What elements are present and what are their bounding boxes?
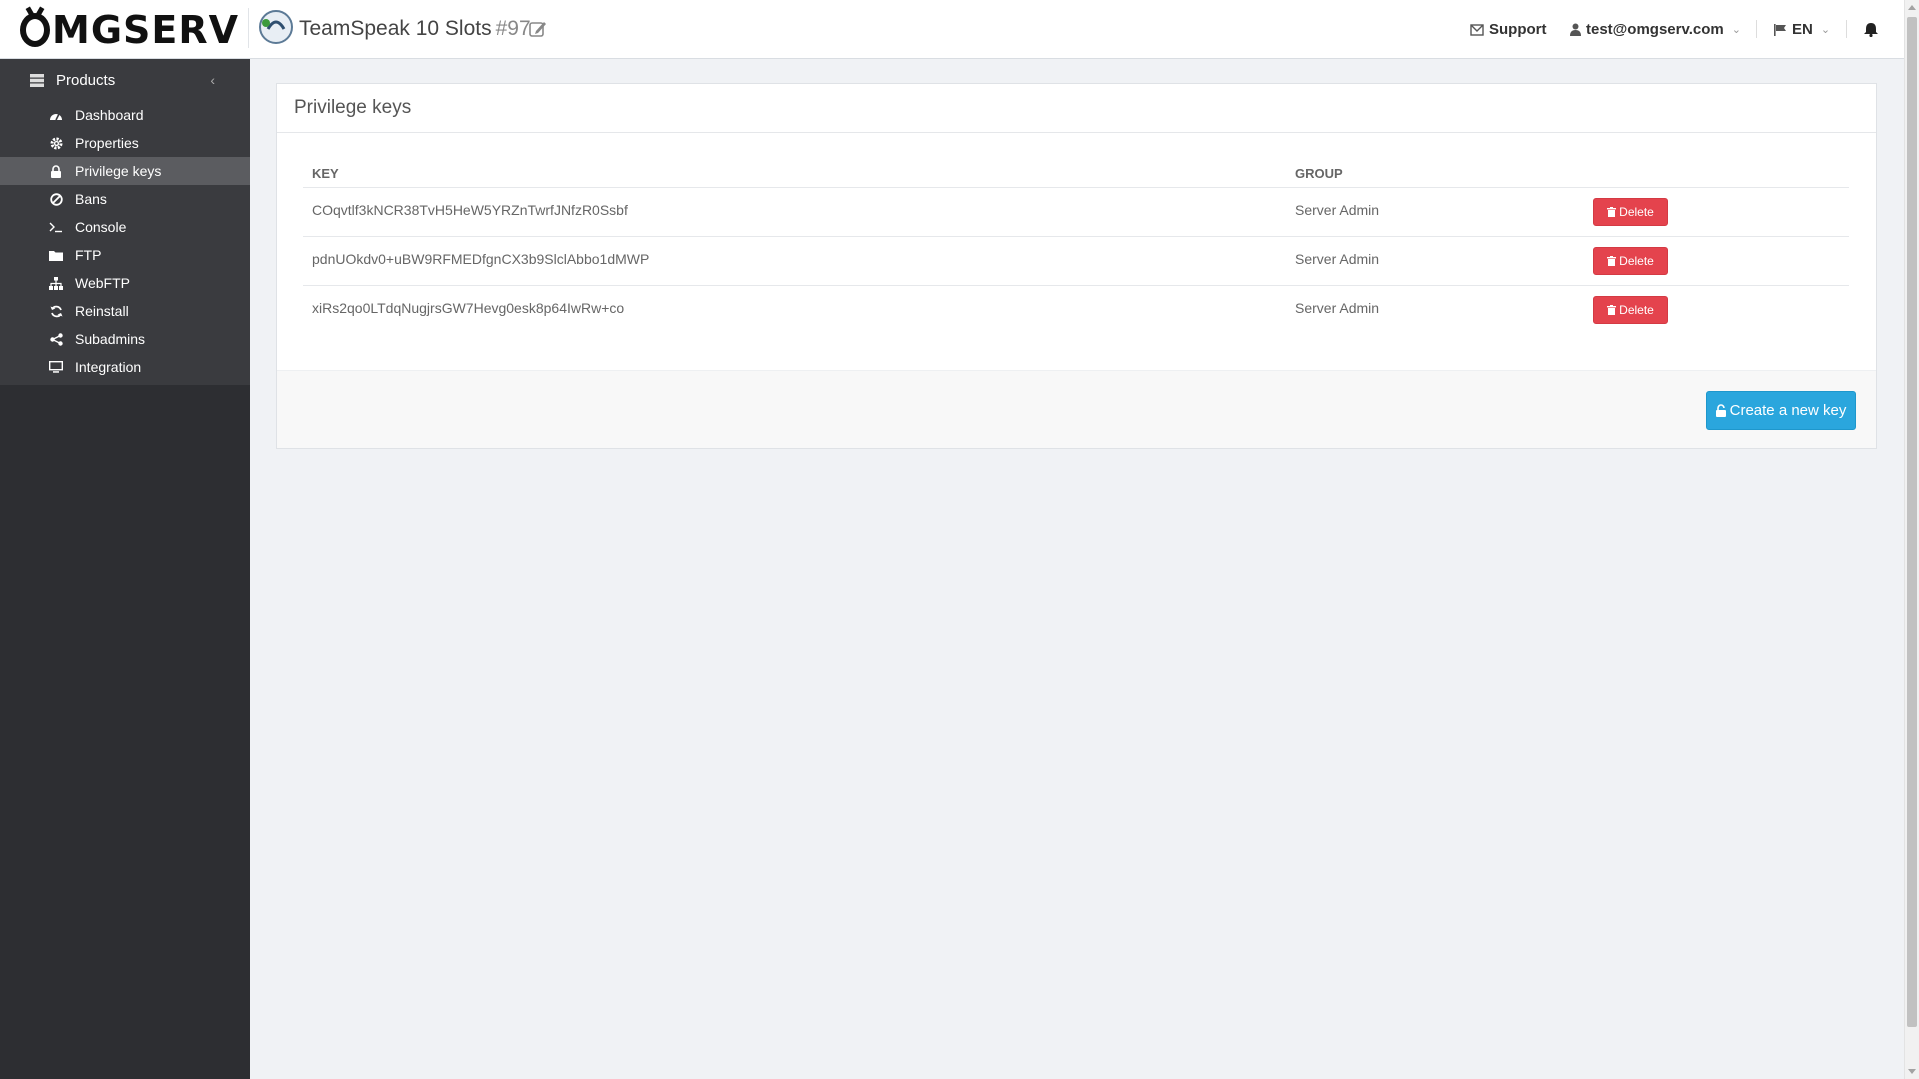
product-name: TeamSpeak 10 Slots (299, 17, 492, 40)
sidebar-item-label: Subadmins (75, 331, 146, 347)
notifications-button[interactable] (1864, 0, 1883, 59)
sidebar-item-label: Reinstall (75, 303, 129, 319)
sidebar-item-subadmins[interactable]: Subadmins (0, 325, 250, 353)
nav-separator (1846, 20, 1847, 38)
table-row: pdnUOkdv0+uBW9RFMEDfgnCX3b9SlclAbbo1dMWP… (303, 237, 1849, 286)
logo-text: MGSERV (52, 8, 240, 52)
privilege-keys-panel: Privilege keys KEY GROUP COqvtlf3kNCR38T… (276, 83, 1877, 449)
sidebar-item-ftp[interactable]: FTP (0, 241, 250, 269)
sitemap-icon (49, 276, 63, 290)
create-key-label: Create a new key (1729, 402, 1847, 419)
sidebar-item-console[interactable]: Console (0, 213, 250, 241)
sidebar-item-label: Bans (75, 191, 107, 207)
sidebar-item-label: Privilege keys (75, 163, 162, 179)
user-icon (1570, 23, 1581, 36)
column-header-group: GROUP (1295, 166, 1343, 181)
teamspeak-icon (259, 10, 293, 44)
flag-icon (1774, 23, 1786, 36)
sidebar-item-label: Integration (75, 359, 142, 375)
sidebar-item-bans[interactable]: Bans (0, 185, 250, 213)
gear-icon (49, 136, 63, 150)
table-row: xiRs2qo0LTdqNugjrsGW7Hevg0esk8p64IwRw+co… (303, 286, 1849, 335)
privilege-keys-table: KEY GROUP COqvtlf3kNCR38TvH5HeW5YRZnTwrf… (303, 156, 1849, 335)
language-label: EN (1792, 21, 1813, 38)
sidebar-item-dashboard[interactable]: Dashboard (0, 101, 250, 129)
key-cell: xiRs2qo0LTdqNugjrsGW7Hevg0esk8p64IwRw+co (312, 300, 625, 316)
product-number: #97 (495, 17, 531, 40)
sidebar-item-label: WebFTP (75, 275, 130, 291)
bell-icon (1864, 23, 1878, 37)
sidebar-item-label: Console (75, 219, 127, 235)
support-label: Support (1489, 21, 1547, 38)
sidebar-item-label: Properties (75, 135, 139, 151)
user-menu[interactable]: test@omgserv.com ⌄ (1570, 0, 1741, 59)
sidebar-item-properties[interactable]: Properties (0, 129, 250, 157)
delete-label: Delete (1619, 254, 1654, 268)
sidebar-item-privilege-keys[interactable]: Privilege keys (0, 157, 250, 185)
column-header-key: KEY (312, 166, 339, 181)
folder-icon (49, 248, 63, 262)
sidebar-menu: Dashboard Properties Privilege keys Bans… (0, 101, 250, 385)
table-row: COqvtlf3kNCR38TvH5HeW5YRZnTwrfJNfzR0Ssbf… (303, 188, 1849, 237)
omgserv-logo[interactable]: MGSERV (20, 8, 240, 52)
product-title: TeamSpeak 10 Slots #97 (299, 17, 531, 41)
key-cell: COqvtlf3kNCR38TvH5HeW5YRZnTwrfJNfzR0Ssbf (312, 202, 628, 218)
key-cell: pdnUOkdv0+uBW9RFMEDfgnCX3b9SlclAbbo1dMWP (312, 251, 650, 267)
server-icon (30, 73, 44, 87)
scrollbar-thumb[interactable] (1907, 17, 1917, 1027)
envelope-icon (1470, 23, 1484, 36)
sidebar-item-reinstall[interactable]: Reinstall (0, 297, 250, 325)
user-email: test@omgserv.com (1586, 21, 1724, 38)
delete-button[interactable]: Delete (1593, 198, 1668, 226)
chevron-down-icon: ⌄ (1731, 24, 1741, 36)
trash-icon (1607, 305, 1617, 315)
group-cell: Server Admin (1295, 251, 1380, 267)
sidebar-item-label: Dashboard (75, 107, 144, 123)
group-cell: Server Admin (1295, 202, 1380, 218)
create-key-button[interactable]: Create a new key (1706, 391, 1856, 430)
delete-label: Delete (1619, 205, 1654, 219)
panel-footer: Create a new key (277, 370, 1876, 448)
delete-label: Delete (1619, 303, 1654, 317)
sidebar-item-label: FTP (75, 247, 102, 263)
share-icon (49, 332, 63, 346)
collapse-chevron-icon[interactable]: ‹ (210, 72, 215, 88)
table-header: KEY GROUP (303, 156, 1849, 188)
unlock-icon (1715, 404, 1726, 417)
dashboard-icon (49, 108, 63, 122)
ban-icon (49, 192, 63, 206)
monitor-icon (49, 360, 63, 374)
chevron-down-icon: ⌄ (1820, 24, 1831, 36)
sidebar-item-webftp[interactable]: WebFTP (0, 269, 250, 297)
trash-icon (1607, 207, 1617, 217)
nav-separator (1756, 20, 1757, 38)
support-link[interactable]: Support (1470, 0, 1547, 59)
sidebar-products-header[interactable]: Products ‹ (0, 59, 250, 101)
header-divider (248, 8, 249, 48)
trash-icon (1607, 256, 1617, 266)
terminal-icon (49, 220, 63, 234)
sidebar-item-integration[interactable]: Integration (0, 353, 250, 381)
lock-icon (49, 164, 63, 178)
scroll-down-arrow-icon[interactable] (1908, 1069, 1916, 1074)
edit-icon[interactable] (528, 19, 548, 39)
top-bar: MGSERV TeamSpeak 10 Slots #97 Support tes… (0, 0, 1904, 59)
panel-title: Privilege keys (277, 84, 1876, 133)
refresh-icon (49, 304, 63, 318)
sidebar: Products ‹ Dashboard Properties Privileg… (0, 59, 250, 1079)
scroll-up-arrow-icon[interactable] (1908, 5, 1916, 10)
vertical-scrollbar[interactable] (1904, 0, 1919, 1079)
delete-button[interactable]: Delete (1593, 247, 1668, 275)
logo-o-mark (20, 13, 50, 47)
group-cell: Server Admin (1295, 300, 1380, 316)
sidebar-header-label: Products (56, 71, 116, 89)
delete-button[interactable]: Delete (1593, 296, 1668, 324)
language-selector[interactable]: EN ⌄ (1774, 0, 1830, 59)
